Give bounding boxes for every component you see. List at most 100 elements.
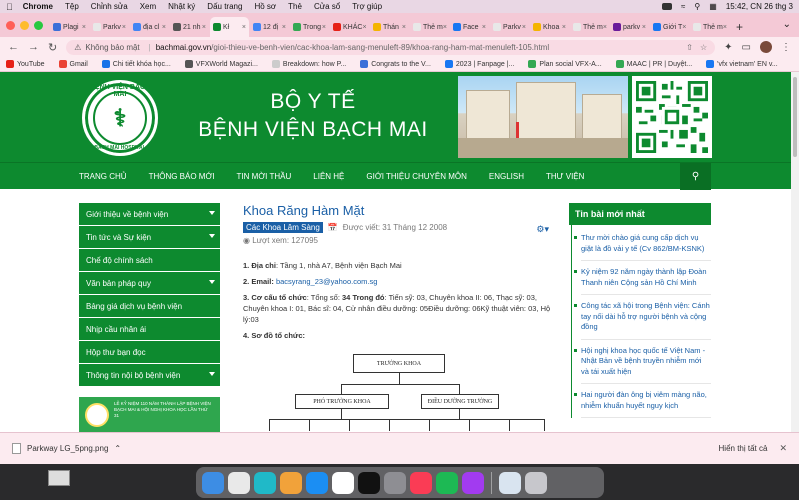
canva-icon[interactable] [254,471,276,494]
browser-tab[interactable]: Thẻ m × [690,17,729,37]
news-item-link[interactable]: Thư mời chào giá cung cấp dịch vụ giặt l… [574,233,711,261]
sidebar-item[interactable]: Thông tin nội bộ bệnh viện [79,364,220,387]
menubar-clock[interactable]: 15:42, CN 26 thg 3 [726,2,793,11]
menu-app-name[interactable]: Chrome [23,2,53,11]
tab-close-icon[interactable]: × [522,24,526,31]
tab-close-icon[interactable]: × [362,24,366,31]
sidebar-item[interactable]: Bảng giá dịch vụ bệnh viện [79,295,220,318]
menu-bookmarks[interactable]: Dấu trang [207,2,242,11]
browser-tab[interactable]: parkv × [610,17,649,37]
scrollbar-thumb[interactable] [793,77,797,157]
hospital-logo[interactable]: BỆNH VIỆN BẠCH MAI ⚕ BACH MAI HOSPITAL [82,80,158,156]
caret-down-icon[interactable] [209,234,215,238]
browser-tab[interactable]: KHÁC × [330,17,369,37]
bookmark-item[interactable]: 'vfx vietnam' EN v... [706,60,778,68]
bookmark-item[interactable]: Chi tiết khóa học... [101,60,171,68]
browser-tab[interactable]: Trong × [290,17,329,37]
sidebar-item[interactable]: Nhịp cầu nhân ái [79,318,220,341]
security-label[interactable]: Không bảo mật [85,43,139,52]
bookmark-item[interactable]: MAAC | PR | Duyệt... [615,60,692,68]
tab-close-icon[interactable]: × [122,24,126,31]
browser-tab[interactable]: Thẻ m × [570,17,609,37]
tab-close-icon[interactable]: × [162,24,166,31]
sidebar-item[interactable]: Tin tức và Sự kiện [79,226,220,249]
page-scrollbar[interactable] [791,72,799,432]
new-tab-button[interactable]: + [736,20,743,34]
browser-tab[interactable]: Giới T × [650,17,689,37]
apple-menu-icon[interactable]:  [6,2,13,12]
browser-tab[interactable]: 12 đị × [250,17,289,37]
preview-icon[interactable] [499,471,521,494]
search-icon[interactable]: ⚲ [694,2,700,11]
music-icon[interactable] [410,471,432,494]
tab-close-icon[interactable]: × [642,24,646,31]
bookmark-item[interactable]: Breakdown: how P... [271,60,346,68]
profile-avatar[interactable] [760,41,772,53]
tab-close-icon[interactable]: × [603,24,607,31]
show-all-downloads-button[interactable]: Hiển thị tất cả [719,444,768,453]
browser-tab[interactable]: Thẻ m × [410,17,449,37]
bookmark-item[interactable]: 2023 | Fanpage |... [444,60,514,68]
tab-close-icon[interactable]: × [482,24,486,31]
menu-help[interactable]: Trợ giúp [352,2,382,11]
nav-new-notices[interactable]: THÔNG BÁO MỚI [149,172,215,181]
tab-close-icon[interactable]: × [443,24,447,31]
close-downloads-bar-icon[interactable]: ✕ [779,443,787,454]
tab-close-icon[interactable]: × [723,24,727,31]
menu-file[interactable]: Tệp [65,2,79,11]
bookmark-item[interactable]: Gmail [58,60,88,68]
caret-down-icon[interactable] [209,280,215,284]
battery-icon[interactable] [662,3,673,10]
browser-tab[interactable]: 21 nh × [170,17,209,37]
browser-tab[interactable]: Khoa × [530,17,569,37]
news-item-link[interactable]: Hội nghị khoa học quốc tế Việt Nam - Nhậ… [574,346,711,384]
sidebar-item[interactable]: Hộp thư bạn đọc [79,341,220,364]
spotify-icon[interactable] [436,471,458,494]
article-title[interactable]: Khoa Răng Hàm Mặt [243,203,553,218]
control-center-icon[interactable]: ▦ [709,2,717,11]
extensions-puzzle-icon[interactable]: ✦ [724,42,732,53]
article-category[interactable]: Các Khoa Lâm Sàng [243,222,323,233]
forward-arrow-icon[interactable]: → [28,41,39,53]
back-arrow-icon[interactable]: ← [8,41,19,53]
caret-down-icon[interactable] [209,372,215,376]
browser-tab[interactable]: Kł × [210,17,249,37]
nav-contact[interactable]: LIÊN HỆ [313,172,344,181]
news-item-link[interactable]: Công tác xã hội trong Bệnh viện: Cánh ta… [574,301,711,340]
browser-tab[interactable]: Thán × [370,17,409,37]
zoom-window-button[interactable] [34,21,43,30]
browser-tab[interactable]: Parkv × [90,17,129,37]
tab-close-icon[interactable]: × [562,24,566,31]
menu-edit[interactable]: Chỉnh sửa [91,2,128,11]
menu-tab[interactable]: Thẻ [288,2,302,11]
site-search-button[interactable]: ⚲ [680,163,711,190]
tab-close-icon[interactable]: × [402,24,406,31]
url-text[interactable]: bachmai.gov.vn/gioi-thieu-ve-benh-vien/c… [156,43,549,52]
tab-close-icon[interactable]: × [202,24,206,31]
browser-tab[interactable]: địa cl × [130,17,169,37]
wifi-icon[interactable]: ≈ [681,2,685,11]
tab-search-chevron-icon[interactable]: ⌄ [783,19,791,30]
minimize-window-button[interactable] [20,21,29,30]
chevron-up-icon[interactable]: ⌃ [114,444,121,453]
browser-tab[interactable]: Plagi × [50,17,89,37]
tab-close-icon[interactable]: × [242,24,246,31]
tab-close-icon[interactable]: × [282,24,286,31]
share-icon[interactable]: ⇧ [686,43,693,52]
tab-close-icon[interactable]: × [682,24,686,31]
nav-english[interactable]: ENGLISH [489,172,524,181]
bookmark-item[interactable]: YouTube [6,60,45,68]
photos-icon[interactable] [280,471,302,494]
caret-down-icon[interactable] [209,211,215,215]
capcut-icon[interactable] [358,471,380,494]
nav-library[interactable]: THƯ VIỆN [546,172,584,181]
sidebar-item[interactable]: Văn bản pháp quy [79,272,220,295]
nav-tender-invitations[interactable]: TIN MỜI THẦU [237,172,292,181]
news-item-link[interactable]: Kỷ niệm 92 năm ngày thành lập Đoàn Thanh… [574,267,711,295]
browser-tab[interactable]: Face × [450,17,489,37]
address-bar[interactable]: ⚠ Không bảo mật | bachmai.gov.vn/gioi-th… [66,39,716,55]
tab-close-icon[interactable]: × [322,24,326,31]
menu-history[interactable]: Nhật ký [168,2,195,11]
download-item[interactable]: Parkway LG_5png.png ⌃ [12,443,121,454]
menu-view[interactable]: Xem [140,2,156,11]
